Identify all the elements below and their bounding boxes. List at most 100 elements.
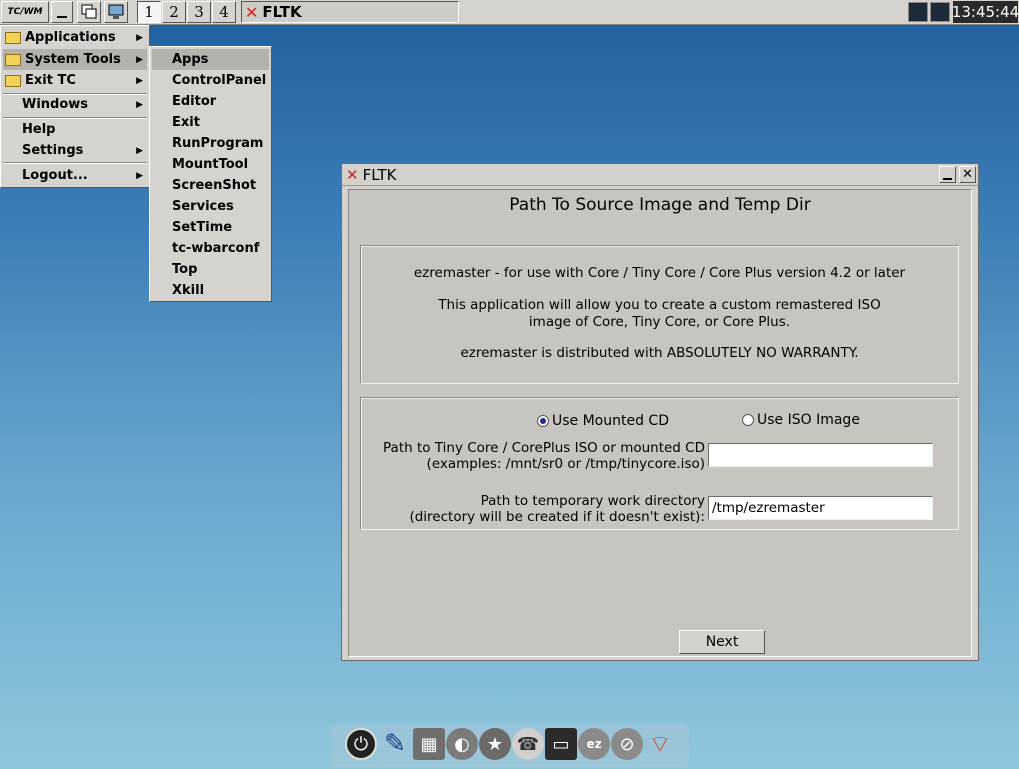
start-menu-button[interactable]: TC/WM — [1, 1, 49, 23]
calculator-icon[interactable]: ▦ — [413, 728, 445, 760]
minimize-icon — [57, 16, 67, 18]
submenu-arrow-icon: ▶ — [136, 99, 143, 110]
menu-item-runprogram[interactable]: RunProgram — [152, 133, 269, 154]
menu-item-label: Windows — [22, 97, 89, 112]
menu-item-settings[interactable]: Settings ▶ — [3, 140, 147, 161]
menu-item-logout[interactable]: Logout... ▶ — [3, 165, 147, 186]
menu-item-exit[interactable]: Exit — [152, 112, 269, 133]
workspace-1-label: 1 — [144, 3, 154, 21]
minimize-all-button[interactable] — [51, 1, 73, 23]
iso-path-label-2: (examples: /mnt/sr0 or /tmp/tinycore.iso… — [426, 456, 705, 472]
menu-item-label: tc-wbarconf — [172, 241, 260, 256]
menu-item-label: Exit TC — [25, 73, 76, 88]
window-title: FLTK — [362, 165, 397, 184]
power-icon[interactable]: ⏻ — [345, 728, 377, 760]
monitor-icon — [108, 4, 124, 19]
menu-item-label: RunProgram — [172, 136, 264, 151]
submenu-arrow-icon: ▶ — [136, 145, 143, 156]
runner-icon[interactable]: ★ — [479, 728, 511, 760]
fltk-x-icon: ✕ — [245, 2, 259, 22]
menu-item-controlpanel[interactable]: ControlPanel — [152, 70, 269, 91]
menu-separator — [3, 162, 147, 164]
menu-item-apps[interactable]: Apps — [152, 49, 269, 70]
menu-item-settime[interactable]: SetTime — [152, 217, 269, 238]
menu-item-label: Exit — [172, 115, 200, 130]
ezremaster-window: ✕ FLTK ✕ Path To Source Image and Temp D… — [341, 163, 979, 661]
menu-item-mounttool[interactable]: MountTool — [152, 154, 269, 175]
apps-icon[interactable]: ⊘ — [611, 728, 643, 760]
info-line-description-2: image of Core, Tiny Core, or Core Plus. — [528, 314, 791, 330]
fltk-x-icon: ✕ — [346, 165, 359, 184]
close-button[interactable]: ✕ — [959, 166, 976, 183]
ezremaster-icon[interactable]: ez — [578, 728, 610, 760]
radio-selected-icon — [537, 415, 549, 427]
clock: 13:45:44 — [951, 1, 1019, 23]
info-line-description-1: This application will allow you to creat… — [438, 297, 881, 313]
menu-item-xkill[interactable]: Xkill — [152, 280, 269, 301]
window-content: Path To Source Image and Temp Dir ezrema… — [348, 189, 972, 657]
menu-item-label: Help — [22, 122, 56, 137]
window-list-button[interactable] — [77, 1, 101, 23]
folder-icon — [5, 74, 21, 87]
iso-path-input[interactable] — [708, 443, 933, 467]
menu-item-windows[interactable]: Windows ▶ — [3, 94, 147, 115]
submenu-arrow-icon: ▶ — [136, 170, 143, 181]
show-desktop-button[interactable] — [104, 1, 128, 23]
menu-item-label: Applications — [25, 30, 116, 45]
next-button[interactable]: Next — [679, 630, 765, 654]
radio-use-mounted-cd[interactable]: Use Mounted CD — [537, 413, 669, 429]
menu-item-applications[interactable]: Applications ▶ — [3, 27, 147, 48]
workspace-4[interactable]: 4 — [212, 1, 236, 23]
window-titlebar[interactable]: ✕ FLTK — [342, 164, 978, 186]
disk-icon[interactable]: ◐ — [446, 728, 478, 760]
workspace-1[interactable]: 1 — [137, 1, 161, 23]
tray-icon-1[interactable] — [908, 2, 928, 22]
workspace-3-label: 3 — [194, 3, 204, 21]
minimize-button[interactable] — [939, 166, 956, 183]
menu-item-label: Services — [172, 199, 234, 214]
workspace-2[interactable]: 2 — [162, 1, 186, 23]
temp-dir-input[interactable]: /tmp/ezremaster — [708, 496, 933, 520]
radio-label: Use ISO Image — [757, 412, 860, 428]
options-panel: Use Mounted CD Use ISO Image Path to Tin… — [360, 397, 959, 530]
temp-dir-label-2: (directory will be created if it doesn't… — [409, 509, 705, 525]
page-title: Path To Source Image and Temp Dir — [509, 195, 811, 215]
info-line-version: ezremaster - for use with Core / Tiny Co… — [413, 265, 906, 281]
taskbar: TC/WM 1 2 3 4 ✕ FLTK 13:45:44 — [0, 0, 1019, 25]
menu-item-tc-wbarconf[interactable]: tc-wbarconf — [152, 238, 269, 259]
menu-item-screenshot[interactable]: ScreenShot — [152, 175, 269, 196]
windows-icon — [81, 4, 97, 19]
menu-item-label: Xkill — [172, 283, 205, 298]
radio-unselected-icon — [742, 414, 754, 426]
menu-item-label: ControlPanel — [172, 73, 267, 88]
menu-item-exit-tc[interactable]: Exit TC ▶ — [3, 70, 147, 91]
tc-logo: TC/WM — [7, 7, 43, 17]
phone-icon[interactable]: ☎ — [512, 728, 544, 760]
menu-item-editor[interactable]: Editor — [152, 91, 269, 112]
menu-item-label: Settings — [22, 143, 84, 158]
system-tools-submenu: Apps ControlPanel Editor Exit RunProgram… — [149, 46, 272, 302]
menu-item-top[interactable]: Top — [152, 259, 269, 280]
workspace-3[interactable]: 3 — [187, 1, 211, 23]
menu-item-services[interactable]: Services — [152, 196, 269, 217]
menu-item-system-tools[interactable]: System Tools ▶ — [3, 49, 147, 70]
info-panel: ezremaster - for use with Core / Tiny Co… — [360, 245, 959, 384]
wbar-dock: ⏻ ✎ ▦ ◐ ★ ☎ ▭ ez ⊘ ⌔ — [331, 723, 689, 767]
submenu-arrow-icon: ▶ — [136, 54, 143, 65]
paint-brush-icon[interactable]: ✎ — [379, 728, 411, 760]
menu-item-label: ScreenShot — [172, 178, 257, 193]
terminal-icon[interactable]: ▭ — [545, 728, 577, 760]
menu-item-label: System Tools — [25, 52, 121, 67]
info-line-warranty: ezremaster is distributed with ABSOLUTEL… — [460, 345, 859, 361]
main-menu: Applications ▶ System Tools ▶ Exit TC ▶ Win… — [0, 25, 150, 188]
menu-item-label: Editor — [172, 94, 217, 109]
radio-use-iso-image[interactable]: Use ISO Image — [742, 412, 860, 428]
wifi-icon[interactable]: ⌔ — [644, 728, 676, 760]
menu-item-help[interactable]: Help — [3, 119, 147, 140]
radio-label: Use Mounted CD — [552, 413, 669, 429]
folder-icon — [5, 53, 21, 66]
taskbar-window-fltk[interactable]: ✕ FLTK — [241, 1, 459, 23]
tray-icon-2[interactable] — [930, 2, 950, 22]
close-icon: ✕ — [962, 167, 973, 182]
menu-item-label: Top — [172, 262, 198, 277]
